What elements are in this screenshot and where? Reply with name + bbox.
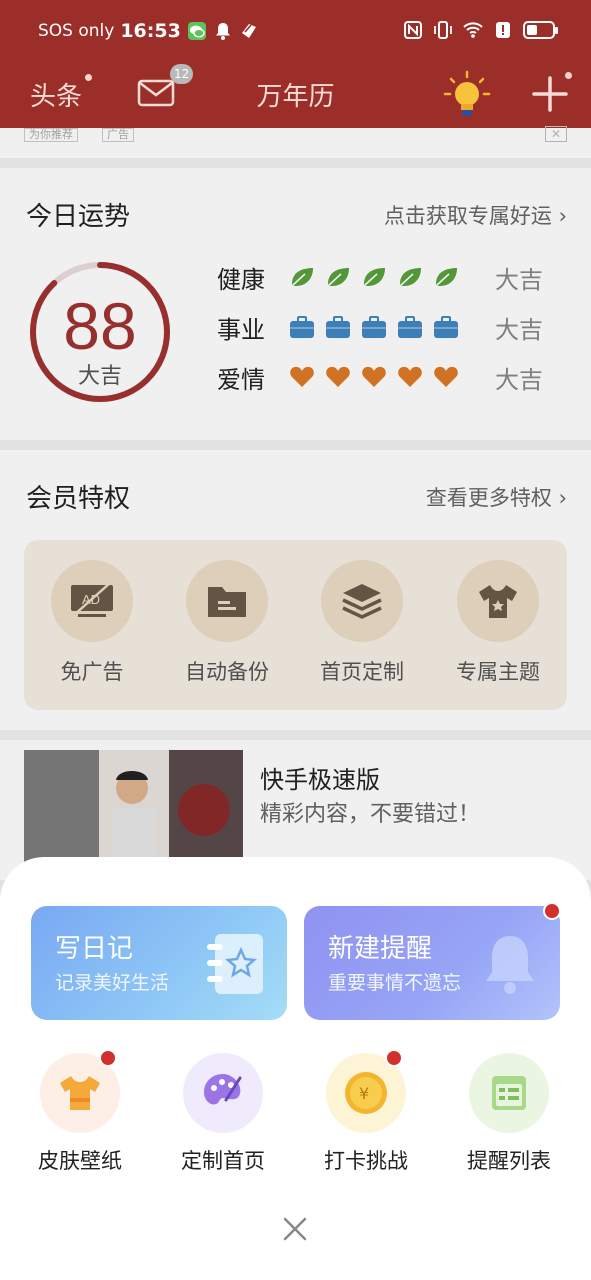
battery-icon [523, 21, 558, 39]
sheet-item-label: 皮肤壁纸 [38, 1149, 122, 1173]
custom-home-item[interactable]: 定制首页 [168, 1053, 278, 1175]
wechat-icon [187, 22, 206, 40]
vibrate-icon [434, 21, 452, 39]
page-title: 万年历 [256, 82, 335, 112]
reminder-dot [543, 902, 561, 920]
checkin-challenge-item[interactable]: ¥ 打卡挑战 [311, 1049, 421, 1175]
sheet-item-label: 提醒列表 [467, 1149, 551, 1173]
status-bar: SOS only 16:53 [0, 0, 591, 62]
svg-text:¥: ¥ [359, 1084, 369, 1103]
skin-wallpaper-item[interactable]: 皮肤壁纸 [25, 1049, 135, 1175]
write-diary-card[interactable]: 写日记 记录美好生活 [31, 906, 287, 1020]
clock: 16:53 [120, 20, 181, 42]
sheet-item-label: 定制首页 [181, 1149, 265, 1173]
palette-icon [183, 1053, 263, 1133]
status-right [403, 20, 558, 40]
carrier-text: SOS only [38, 21, 115, 41]
diary-title: 写日记 [55, 934, 134, 964]
reminder-list-item[interactable]: 提醒列表 [454, 1053, 564, 1175]
bell-icon [215, 23, 230, 40]
status-left: SOS only 16:53 [38, 20, 259, 42]
notification-dot [99, 1049, 117, 1067]
bottom-sheet: 写日记 记录美好生活 新建提醒 重要事情不遗忘 皮肤壁纸 定制首页 ¥ 打卡挑战 提醒列… [0, 857, 591, 1280]
close-icon[interactable] [279, 1213, 311, 1245]
nfc-icon [404, 21, 422, 39]
calendar-list-icon [469, 1053, 549, 1133]
new-reminder-card[interactable]: 新建提醒 重要事情不遗忘 [304, 906, 560, 1020]
add-icon[interactable] [530, 74, 570, 114]
wifi-icon [463, 22, 483, 38]
lightbulb-icon[interactable] [443, 70, 491, 120]
notebook-icon [207, 934, 263, 994]
bell-icon [486, 936, 534, 994]
reminder-subtitle: 重要事情不遗忘 [328, 972, 462, 994]
tag-icon [241, 24, 256, 38]
sheet-item-label: 打卡挑战 [324, 1149, 408, 1173]
diary-subtitle: 记录美好生活 [55, 972, 170, 994]
reminder-title: 新建提醒 [328, 934, 433, 964]
alert-icon [496, 22, 510, 38]
notification-dot [385, 1049, 403, 1067]
add-dot [565, 72, 572, 79]
app-header: 头条 12 万年历 [0, 62, 591, 128]
